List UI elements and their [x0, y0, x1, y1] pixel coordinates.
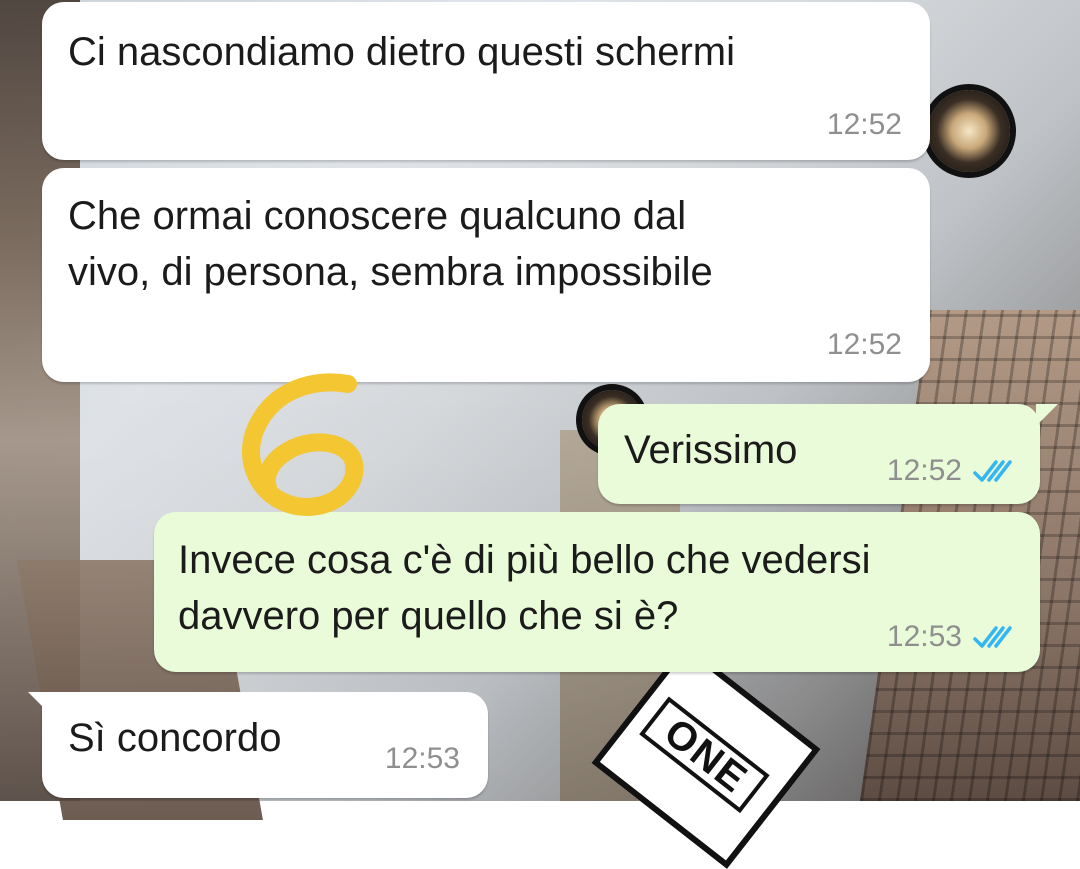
- message-text: Ci nascondiamo dietro questi schermi: [68, 30, 735, 74]
- message-meta: 12:53: [385, 742, 460, 776]
- message-bubble-incoming[interactable]: Ci nascondiamo dietro questi schermi 12:…: [42, 2, 930, 160]
- wallpaper-street-lamp: [928, 90, 1010, 172]
- message-bubble-outgoing[interactable]: Verissimo 12:52: [598, 404, 1058, 504]
- message-meta: 12:52: [887, 454, 1018, 488]
- bubble-tail: [28, 692, 50, 714]
- bubble-tail: [1036, 404, 1058, 426]
- message-timestamp: 12:52: [826, 328, 902, 361]
- handwritten-number-annotation: [242, 373, 364, 516]
- message-text: Sì concordo: [68, 716, 282, 760]
- message-bubble-incoming[interactable]: Sì concordo 12:53: [28, 692, 488, 798]
- message-timestamp: 12:53: [384, 742, 460, 775]
- message-text: Verissimo: [624, 428, 798, 472]
- message-bubble-incoming[interactable]: Che ormai conoscere qualcuno dal vivo, d…: [42, 168, 930, 382]
- message-timestamp: 12:52: [886, 454, 962, 487]
- message-timestamp: 12:52: [826, 108, 902, 141]
- message-text: Invece cosa c'è di più bello che vedersi…: [178, 538, 871, 638]
- message-bubble-outgoing[interactable]: Invece cosa c'è di più bello che vedersi…: [154, 512, 1040, 672]
- message-meta: 12:52: [827, 328, 902, 362]
- message-timestamp: 12:53: [886, 620, 962, 653]
- message-text: Che ormai conoscere qualcuno dal vivo, d…: [68, 194, 713, 294]
- read-double-check-icon: [973, 626, 1012, 648]
- message-meta: 12:52: [827, 108, 902, 142]
- message-meta: 12:53: [887, 620, 1018, 654]
- read-double-check-icon: [973, 460, 1012, 482]
